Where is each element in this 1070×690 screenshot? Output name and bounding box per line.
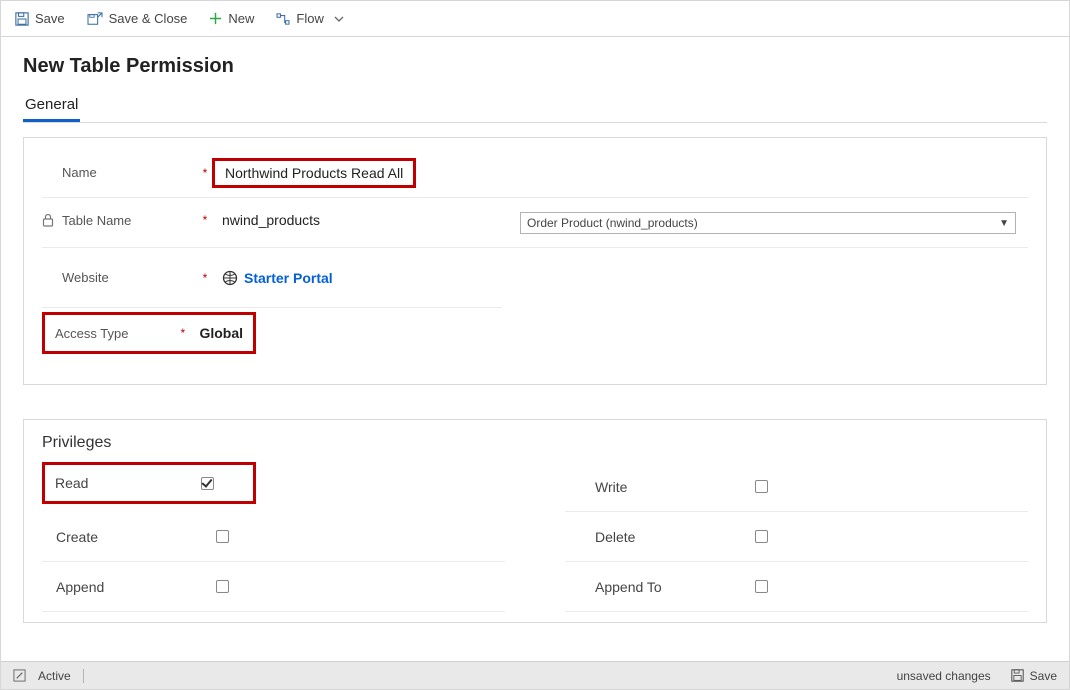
priv-write-checkbox[interactable]: [755, 480, 768, 493]
flow-icon: [276, 13, 290, 25]
plus-icon: [209, 12, 222, 25]
priv-create-row: Create: [42, 512, 505, 562]
status-separator: [83, 669, 84, 683]
command-bar: Save Save & Close New Flow: [1, 1, 1069, 37]
page-title: New Table Permission: [23, 55, 1047, 78]
priv-delete-row: Delete: [565, 512, 1028, 562]
status-save-label: Save: [1030, 669, 1057, 683]
save-label: Save: [35, 11, 65, 26]
main-content[interactable]: New Table Permission General Name * Nort…: [1, 37, 1069, 661]
required-asterisk: *: [198, 166, 212, 180]
name-field[interactable]: Northwind Products Read All: [212, 158, 1028, 188]
required-asterisk: *: [198, 213, 212, 227]
priv-append-label: Append: [56, 579, 216, 595]
status-unsaved: unsaved changes: [897, 669, 991, 683]
priv-delete-checkbox[interactable]: [755, 530, 768, 543]
save-close-icon: [87, 12, 103, 26]
globe-icon: [222, 270, 238, 286]
priv-append-checkbox[interactable]: [216, 580, 229, 593]
save-button[interactable]: Save: [15, 11, 65, 26]
priv-append-row: Append: [42, 562, 505, 612]
tab-general[interactable]: General: [23, 92, 80, 122]
required-asterisk: *: [198, 271, 212, 285]
priv-read-checkbox[interactable]: [201, 477, 214, 490]
status-bar: Active unsaved changes Save: [1, 661, 1069, 689]
save-close-button[interactable]: Save & Close: [87, 11, 188, 26]
table-name-label: Table Name: [62, 213, 131, 228]
website-link[interactable]: Starter Portal: [244, 270, 333, 286]
flow-button[interactable]: Flow: [276, 11, 343, 26]
new-button[interactable]: New: [209, 11, 254, 26]
name-value: Northwind Products Read All: [225, 165, 403, 181]
name-value-highlight: Northwind Products Read All: [212, 158, 416, 188]
name-label: Name: [62, 165, 97, 180]
website-label: Website: [62, 270, 109, 285]
status-active: Active: [38, 669, 71, 683]
save-icon: [15, 12, 29, 26]
access-type-label: Access Type: [55, 326, 128, 341]
priv-read-row: Read: [42, 462, 505, 512]
priv-create-checkbox[interactable]: [216, 530, 229, 543]
priv-appendto-checkbox[interactable]: [755, 580, 768, 593]
priv-delete-label: Delete: [595, 529, 755, 545]
status-save-button[interactable]: Save: [1011, 669, 1057, 683]
dropdown-caret-icon: ▼: [999, 218, 1009, 229]
chevron-down-icon: [334, 16, 344, 22]
tab-row: General: [23, 92, 1047, 123]
save-close-label: Save & Close: [109, 11, 188, 26]
general-panel: Name * Northwind Products Read All: [23, 137, 1047, 385]
access-type-value: Global: [199, 325, 243, 341]
table-dropdown-selected: Order Product (nwind_products): [527, 216, 698, 230]
save-icon: [1011, 669, 1024, 682]
required-asterisk: *: [176, 326, 189, 340]
new-label: New: [228, 11, 254, 26]
privileges-panel: Privileges Read Write Create: [23, 419, 1047, 623]
table-name-dropdown[interactable]: Order Product (nwind_products) ▼: [520, 212, 1016, 234]
lock-icon: [42, 213, 54, 227]
priv-appendto-row: Append To: [565, 562, 1028, 612]
privileges-title: Privileges: [42, 434, 1028, 452]
access-type-highlight: Access Type * Global: [42, 312, 256, 354]
table-name-field[interactable]: nwind_products: [212, 212, 502, 228]
edit-icon[interactable]: [13, 669, 26, 682]
website-field[interactable]: Starter Portal: [212, 270, 502, 286]
access-type-field[interactable]: Global: [189, 325, 243, 341]
priv-appendto-label: Append To: [595, 579, 755, 595]
table-name-value: nwind_products: [212, 212, 320, 228]
priv-read-label: Read: [55, 475, 201, 491]
priv-write-label: Write: [595, 479, 755, 495]
flow-label: Flow: [296, 11, 323, 26]
priv-create-label: Create: [56, 529, 216, 545]
priv-write-row: Write: [565, 462, 1028, 512]
